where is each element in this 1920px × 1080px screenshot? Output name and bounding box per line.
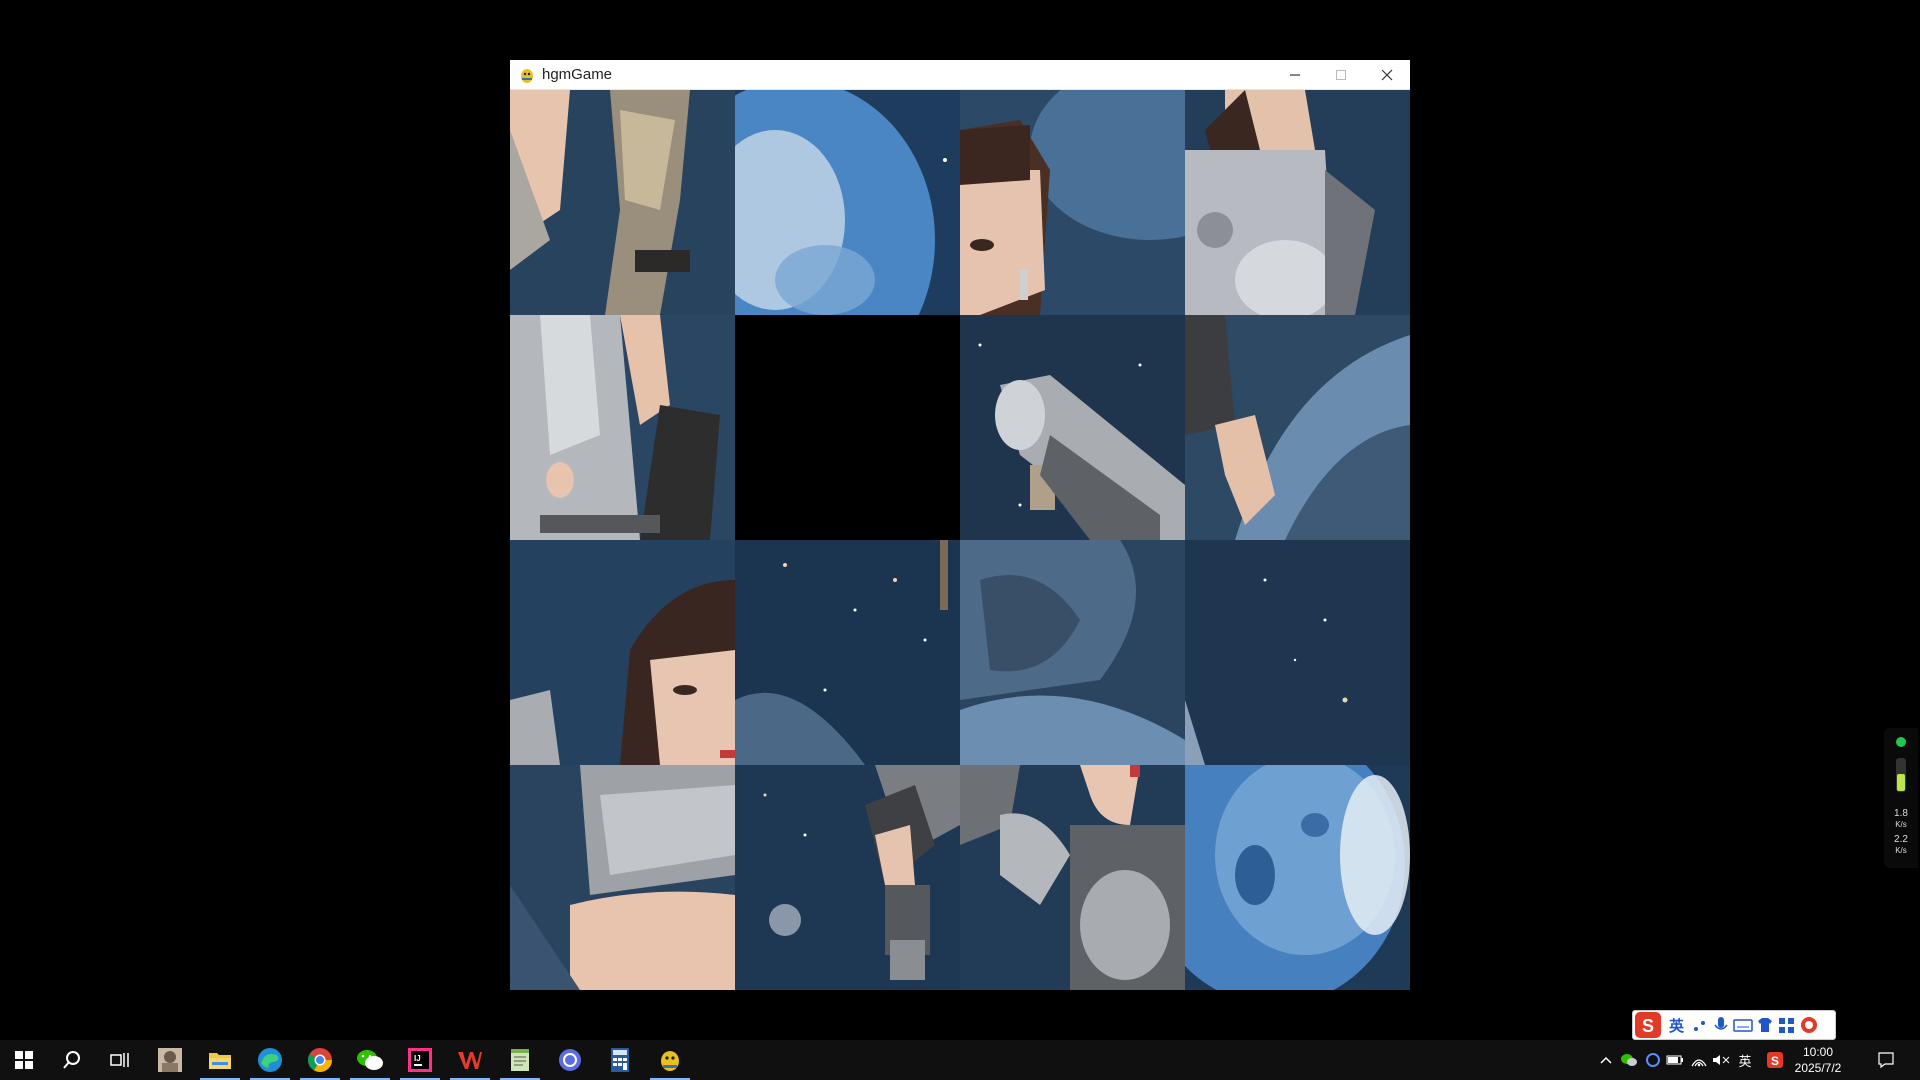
- taskbar-notepad[interactable]: [496, 1040, 544, 1080]
- puzzle-tile[interactable]: [735, 540, 960, 765]
- tray-network[interactable]: [1688, 1040, 1710, 1080]
- minimize-button[interactable]: [1272, 60, 1318, 90]
- punctuation-icon[interactable]: [1690, 1015, 1710, 1035]
- start-button[interactable]: [0, 1040, 48, 1080]
- puzzle-tile[interactable]: [735, 765, 960, 990]
- file-explorer-icon: [209, 1053, 231, 1069]
- maximize-icon: [1336, 70, 1346, 80]
- taskbar-chrome[interactable]: [296, 1040, 344, 1080]
- taskbar-clock[interactable]: 10:00 2025/7/2: [1780, 1044, 1856, 1076]
- puzzle-tile[interactable]: [1185, 90, 1410, 315]
- task-view-icon: [110, 1053, 129, 1067]
- puzzle-tile[interactable]: [510, 90, 735, 315]
- taskbar-file-explorer[interactable]: [196, 1040, 244, 1080]
- tray-circle-app[interactable]: [1642, 1040, 1664, 1080]
- ime-mode-label[interactable]: 英: [1669, 1015, 1684, 1036]
- puzzle-tile[interactable]: [1185, 315, 1410, 540]
- taskbar-circle-app[interactable]: [546, 1040, 594, 1080]
- upload-speed: 1.8: [1894, 808, 1908, 819]
- toolbox-grid-icon[interactable]: [1776, 1015, 1798, 1035]
- chevron-up-icon: [1600, 1056, 1612, 1064]
- sogou-logo-icon: S: [1635, 1012, 1661, 1038]
- wps-icon: [458, 1052, 482, 1069]
- edge-icon: [258, 1048, 282, 1072]
- battery-icon: [1666, 1055, 1683, 1065]
- calculator-icon: [611, 1048, 629, 1072]
- taskbar-intellij[interactable]: IJ: [396, 1040, 444, 1080]
- window-titlebar[interactable]: hgmGame: [510, 60, 1410, 90]
- microphone-icon[interactable]: [1710, 1015, 1732, 1035]
- task-view-button[interactable]: [96, 1040, 144, 1080]
- taskbar-photo-app[interactable]: [146, 1040, 194, 1080]
- pygame-snake-icon: [521, 68, 533, 83]
- search-icon: [63, 1051, 80, 1069]
- puzzle-tile[interactable]: [510, 540, 735, 765]
- keyboard-icon[interactable]: [1732, 1015, 1754, 1035]
- puzzle-tile[interactable]: [510, 765, 735, 990]
- clock-time: 10:00: [1802, 1045, 1834, 1059]
- status-dot-icon: [1896, 737, 1906, 747]
- puzzle-tile[interactable]: [1185, 765, 1410, 990]
- wechat-icon: [357, 1050, 383, 1070]
- window-title: hgmGame: [542, 66, 613, 83]
- download-unit: K/s: [1895, 846, 1907, 855]
- app-circle-icon: [559, 1049, 581, 1071]
- circle-tray-icon: [1646, 1053, 1660, 1067]
- taskbar-calculator[interactable]: [596, 1040, 644, 1080]
- taskbar-wps[interactable]: [446, 1040, 494, 1080]
- pygame-icon: [661, 1051, 679, 1071]
- chrome-icon: [307, 1048, 332, 1073]
- maximize-button[interactable]: [1318, 60, 1364, 90]
- ime-toolbar[interactable]: S 英: [1632, 1010, 1836, 1040]
- taskbar-pygame[interactable]: [646, 1040, 694, 1080]
- upload-unit: K/s: [1895, 820, 1907, 829]
- skin-shirt-icon[interactable]: [1754, 1015, 1776, 1035]
- puzzle-tile[interactable]: [960, 765, 1185, 990]
- tray-battery[interactable]: [1664, 1040, 1686, 1080]
- tray-volume[interactable]: [1710, 1040, 1732, 1080]
- puzzle-tile[interactable]: [1185, 540, 1410, 765]
- tray-overflow-button[interactable]: [1596, 1040, 1616, 1080]
- volume-muted-icon: [1713, 1055, 1730, 1065]
- notepad-icon: [511, 1049, 529, 1071]
- taskbar-edge[interactable]: [246, 1040, 294, 1080]
- puzzle-board: [510, 90, 1410, 991]
- taskbar-wechat[interactable]: [346, 1040, 394, 1080]
- svg-text:S: S: [1642, 1016, 1654, 1036]
- notification-icon: [1878, 1052, 1894, 1069]
- clock-date: 2025/7/2: [1794, 1061, 1842, 1075]
- close-button[interactable]: [1364, 60, 1410, 90]
- tray-wechat[interactable]: [1618, 1040, 1640, 1080]
- tray-input-language[interactable]: 英: [1734, 1040, 1756, 1080]
- svg-text:S: S: [1771, 1054, 1779, 1068]
- puzzle-tile[interactable]: [960, 315, 1185, 540]
- windows-taskbar: IJ 英 S 10:00 2025/7/2: [0, 1040, 1920, 1080]
- svg-text:IJ: IJ: [414, 1054, 421, 1063]
- battery-meter-icon: [1896, 758, 1906, 792]
- puzzle-tile[interactable]: [960, 540, 1185, 765]
- action-center-button[interactable]: [1866, 1040, 1906, 1080]
- search-button[interactable]: [48, 1040, 96, 1080]
- puzzle-tile[interactable]: [735, 90, 960, 315]
- windows-logo-icon: [15, 1051, 33, 1069]
- close-icon: [1381, 69, 1393, 81]
- intellij-icon: IJ: [408, 1048, 432, 1072]
- photo-app-icon: [158, 1048, 182, 1072]
- minimize-icon: [1290, 74, 1300, 76]
- download-speed: 2.2: [1894, 834, 1908, 845]
- ime-avatar-icon[interactable]: [1798, 1015, 1820, 1035]
- network-speed-widget[interactable]: 1.8 K/s 2.2 K/s: [1884, 728, 1918, 868]
- puzzle-tile[interactable]: [510, 315, 735, 540]
- puzzle-tile[interactable]: [960, 90, 1185, 315]
- wechat-tray-icon: [1621, 1054, 1637, 1066]
- wifi-icon: [1691, 1059, 1707, 1067]
- puzzle-empty-slot: [735, 315, 960, 540]
- game-window: hgmGame: [510, 60, 1410, 991]
